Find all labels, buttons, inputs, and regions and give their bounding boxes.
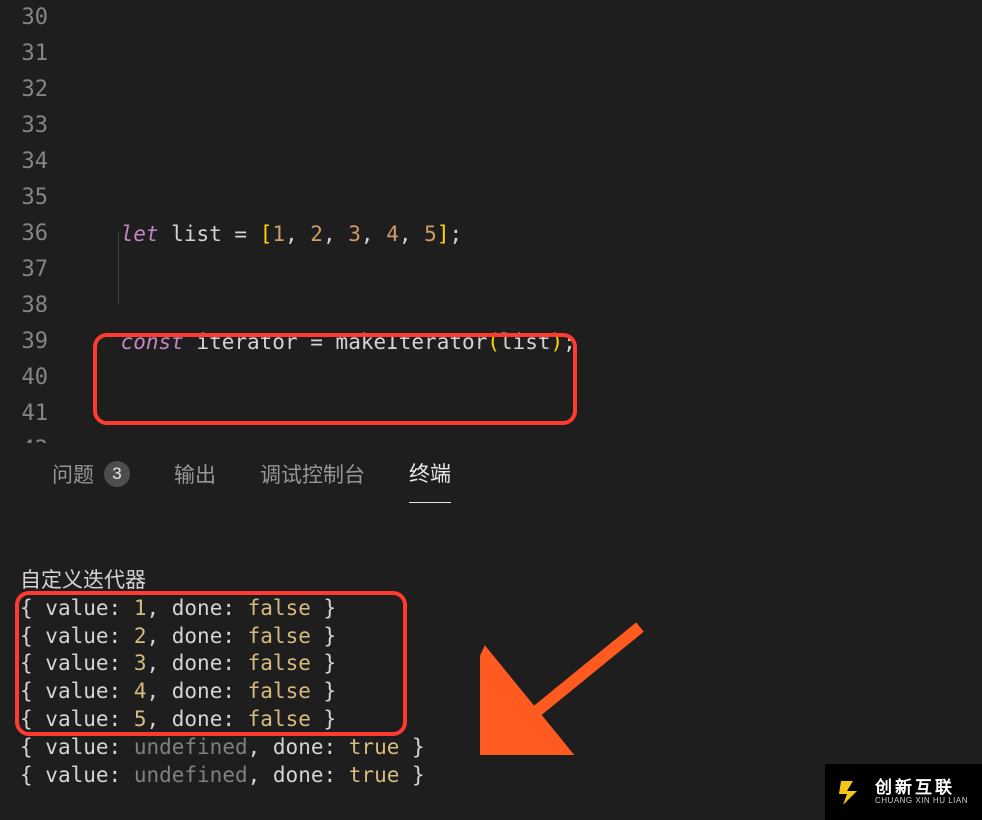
tab-terminal[interactable]: 终端 bbox=[409, 458, 451, 504]
watermark-logo-icon bbox=[835, 777, 865, 807]
watermark: 创新互联 CHUANG XIN HU LIAN bbox=[825, 764, 982, 820]
line-number: 39 bbox=[0, 324, 48, 360]
terminal-line: 自定义迭代器 bbox=[20, 567, 982, 595]
tab-label: 输出 bbox=[174, 459, 216, 489]
line-number: 41 bbox=[0, 396, 48, 432]
terminal-line: { value: 1, done: false } bbox=[20, 595, 982, 623]
line-number: 40 bbox=[0, 360, 48, 396]
watermark-title: 创新互联 bbox=[875, 779, 968, 797]
line-number: 37 bbox=[0, 252, 48, 288]
problems-count-badge: 3 bbox=[104, 461, 130, 487]
terminal-line: { value: 3, done: false } bbox=[20, 650, 982, 678]
line-number: 34 bbox=[0, 144, 48, 180]
watermark-subtitle: CHUANG XIN HU LIAN bbox=[875, 797, 968, 805]
terminal-line: { value: 5, done: false } bbox=[20, 706, 982, 734]
code-line[interactable]: const iterator = makeIterator(list); bbox=[70, 324, 857, 360]
code-line[interactable]: let list = [1, 2, 3, 4, 5]; bbox=[70, 216, 857, 252]
tab-problems[interactable]: 问题 3 bbox=[52, 459, 130, 503]
terminal-line: { value: undefined, done: true } bbox=[20, 734, 982, 762]
terminal-line: { value: 2, done: false } bbox=[20, 623, 982, 651]
line-number: 30 bbox=[0, 0, 48, 36]
panel-tabs: 问题 3 输出 调试控制台 终端 bbox=[0, 443, 982, 503]
tab-label: 调试控制台 bbox=[260, 459, 365, 489]
line-number: 36 bbox=[0, 216, 48, 252]
line-number-gutter: 30 31 32 33 34 35 36 37 38 39 40 41 42 bbox=[0, 0, 70, 443]
tab-output[interactable]: 输出 bbox=[174, 459, 216, 503]
line-number: 31 bbox=[0, 36, 48, 72]
code-line[interactable] bbox=[70, 432, 857, 443]
line-number: 38 bbox=[0, 288, 48, 324]
line-number: 33 bbox=[0, 108, 48, 144]
code-line[interactable] bbox=[70, 108, 857, 144]
line-number: 35 bbox=[0, 180, 48, 216]
line-number: 32 bbox=[0, 72, 48, 108]
terminal-line: { value: 4, done: false } bbox=[20, 678, 982, 706]
tab-label: 终端 bbox=[409, 458, 451, 488]
indent-guide bbox=[118, 232, 119, 304]
tab-debug-console[interactable]: 调试控制台 bbox=[260, 459, 365, 503]
code-editor[interactable]: 30 31 32 33 34 35 36 37 38 39 40 41 42 l… bbox=[0, 0, 982, 443]
tab-label: 问题 bbox=[52, 459, 94, 489]
code-area[interactable]: let list = [1, 2, 3, 4, 5]; const iterat… bbox=[70, 0, 857, 443]
line-number: 42 bbox=[0, 432, 48, 443]
